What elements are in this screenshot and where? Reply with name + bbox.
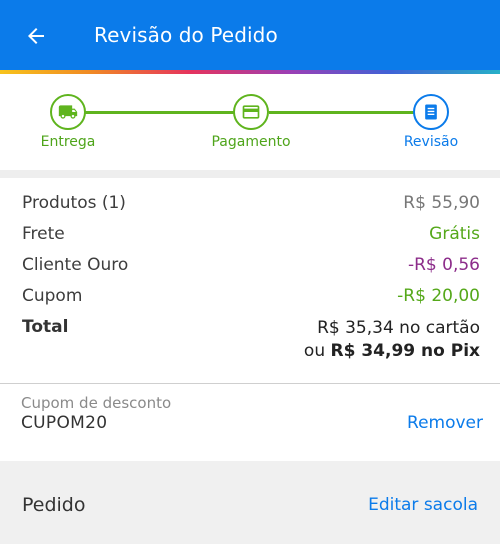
total-pix-line: ou R$ 34,99 no Pix <box>304 341 480 361</box>
app-bar: Revisão do Pedido <box>0 0 500 70</box>
step-label-pagamento: Pagamento <box>211 134 291 150</box>
edit-bag-button[interactable]: Editar sacola <box>368 495 478 515</box>
receipt-icon <box>425 104 437 120</box>
summary-row-gold: Cliente Ouro -R$ 0,56 <box>22 255 480 279</box>
order-title: Pedido <box>22 494 86 516</box>
summary-row-products: Produtos (1) R$ 55,90 <box>22 193 480 217</box>
coupon-caption: Cupom de desconto <box>21 394 172 412</box>
back-button[interactable] <box>20 20 52 52</box>
step-entrega[interactable] <box>50 94 86 130</box>
step-connector <box>79 111 237 114</box>
coupon-discount-value: -R$ 20,00 <box>397 286 480 306</box>
total-card-value: R$ 35,34 no cartão <box>317 318 480 338</box>
step-label-entrega: Entrega <box>40 134 96 150</box>
shipping-label: Frete <box>22 224 65 244</box>
arrow-left-icon <box>28 28 44 44</box>
step-connector <box>269 111 415 114</box>
products-value: R$ 55,90 <box>403 193 480 213</box>
step-label-revisao: Revisão <box>403 134 459 150</box>
summary-row-shipping: Frete Grátis <box>22 224 480 248</box>
total-pix-value: R$ 34,99 no Pix <box>330 341 480 361</box>
coupon-code: CUPOM20 <box>21 413 108 433</box>
shipping-value: Grátis <box>429 224 480 244</box>
step-revisao[interactable] <box>413 94 449 130</box>
section-divider <box>0 170 500 178</box>
products-label: Produtos (1) <box>22 193 126 213</box>
checkout-stepper: Entrega Pagamento Revisão <box>0 74 500 170</box>
page-title: Revisão do Pedido <box>94 23 278 47</box>
gold-label: Cliente Ouro <box>22 255 129 275</box>
credit-card-icon <box>242 105 260 119</box>
divider <box>0 383 500 384</box>
remove-coupon-button[interactable]: Remover <box>407 413 483 433</box>
coupon-label: Cupom <box>22 286 83 306</box>
total-pix-prefix: ou <box>303 341 331 361</box>
gold-discount-value: -R$ 0,56 <box>407 255 480 275</box>
truck-icon <box>58 105 78 119</box>
step-pagamento[interactable] <box>233 94 269 130</box>
total-label: Total <box>22 317 69 337</box>
summary-row-coupon: Cupom -R$ 20,00 <box>22 286 480 310</box>
